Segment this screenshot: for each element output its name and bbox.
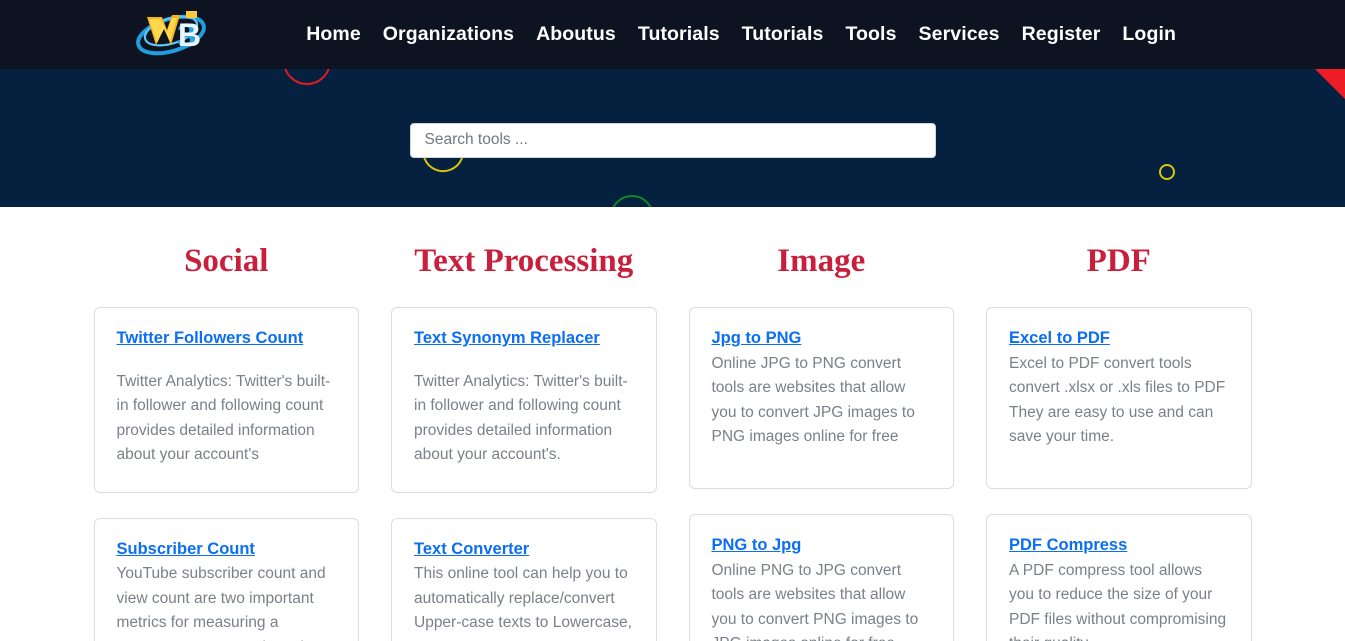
primary-nav-links: Home Organizations Aboutus Tutorials Tut…	[295, 17, 1187, 52]
nav-link-tutorials-1[interactable]: Tutorials	[627, 17, 731, 52]
tool-card-description: This online tool can help you to automat…	[414, 565, 632, 641]
category-title-pdf: PDF	[1086, 243, 1151, 279]
search-tools-input[interactable]	[409, 122, 936, 158]
tool-card-title[interactable]: Excel to PDF	[1009, 328, 1110, 349]
tool-card-text-converter[interactable]: Text Converter This online tool can help…	[391, 517, 657, 641]
category-column-social: Social Twitter Followers Count Twitter A…	[93, 243, 359, 641]
nav-link-services[interactable]: Services	[908, 17, 1011, 52]
category-title-image: Image	[777, 243, 866, 279]
tool-card-subscriber-count[interactable]: Subscriber Count YouTube subscriber coun…	[93, 517, 359, 641]
category-title-text-processing: Text Processing	[414, 243, 634, 279]
category-column-image: Image Jpg to PNG Online JPG to PNG conve…	[688, 243, 954, 641]
tool-card-description: Excel to PDF convert tools convert .xlsx…	[1009, 354, 1226, 446]
tool-card-description: YouTube subscriber count and view count …	[116, 565, 331, 641]
nav-link-aboutus[interactable]: Aboutus	[525, 17, 627, 52]
nav-link-tutorials-2[interactable]: Tutorials	[731, 17, 835, 52]
nav-link-tools[interactable]: Tools	[834, 17, 907, 52]
nav-link-home[interactable]: Home	[295, 17, 372, 52]
tool-card-twitter-followers-count[interactable]: Twitter Followers Count Twitter Analytic…	[93, 307, 359, 493]
tool-card-description: Online PNG to JPG convert tools are webs…	[711, 561, 919, 641]
category-column-pdf: PDF Excel to PDF Excel to PDF convert to…	[986, 243, 1252, 641]
tool-card-pdf-compress[interactable]: PDF Compress A PDF compress tool allows …	[986, 514, 1252, 641]
tool-card-title[interactable]: Text Converter	[414, 539, 529, 560]
hero-search-section	[0, 69, 1345, 207]
tool-card-description: Twitter Analytics: Twitter's built-in fo…	[414, 372, 628, 464]
tool-card-title[interactable]: Jpg to PNG	[712, 328, 802, 349]
category-column-text-processing: Text Processing Text Synonym Replacer Tw…	[391, 243, 657, 641]
svg-text:B: B	[178, 17, 201, 53]
tool-card-text-synonym-replacer[interactable]: Text Synonym Replacer Twitter Analytics:…	[391, 307, 657, 493]
tool-card-description: A PDF compress tool allows you to reduce…	[1009, 561, 1227, 641]
tool-card-jpg-to-png[interactable]: Jpg to PNG Online JPG to PNG convert too…	[688, 307, 954, 490]
tool-card-description: Online JPG to PNG convert tools are webs…	[711, 354, 915, 446]
nav-link-login[interactable]: Login	[1111, 17, 1187, 52]
nav-link-organizations[interactable]: Organizations	[372, 17, 525, 52]
top-navigation-bar: 3 B Home Organizations Aboutus Tutorials…	[0, 0, 1345, 69]
category-title-social: Social	[184, 243, 269, 279]
w3-logo-icon: 3 B	[131, 1, 211, 68]
tool-categories-section: Social Twitter Followers Count Twitter A…	[0, 207, 1345, 641]
tool-card-title[interactable]: PDF Compress	[1009, 535, 1127, 556]
tool-card-title[interactable]: Subscriber Count	[117, 539, 255, 560]
tool-card-excel-to-pdf[interactable]: Excel to PDF Excel to PDF convert tools …	[986, 307, 1252, 490]
tool-card-title[interactable]: Twitter Followers Count	[117, 328, 304, 349]
tool-card-title[interactable]: Text Synonym Replacer	[414, 328, 600, 349]
nav-link-register[interactable]: Register	[1011, 17, 1112, 52]
category-grid: Social Twitter Followers Count Twitter A…	[93, 243, 1252, 641]
tool-card-title[interactable]: PNG to Jpg	[712, 535, 802, 556]
site-logo-link[interactable]: 3 B	[128, 2, 214, 68]
tool-card-description: Twitter Analytics: Twitter's built-in fo…	[116, 372, 331, 464]
tool-card-png-to-jpg[interactable]: PNG to Jpg Online PNG to JPG convert too…	[688, 514, 954, 641]
